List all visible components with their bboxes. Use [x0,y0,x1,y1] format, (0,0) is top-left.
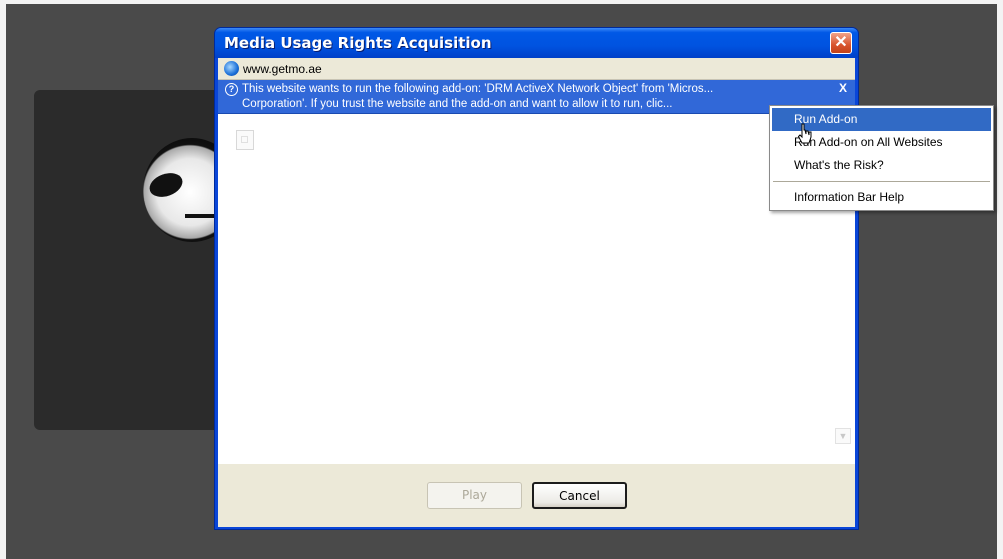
dialog-title: Media Usage Rights Acquisition [224,34,492,52]
content-area: ▼ [218,114,855,446]
desktop-frame-top [0,0,1003,4]
cancel-button[interactable]: Cancel [532,482,627,509]
play-button[interactable]: Play [427,482,522,509]
menu-separator [773,181,990,182]
scroll-down-icon[interactable]: ▼ [835,428,851,444]
address-text: www.getmo.ae [243,61,322,76]
address-bar: www.getmo.ae [218,58,855,80]
desktop-frame-left [0,0,6,559]
logo-eye-shape [146,168,186,202]
menu-item-whats-the-risk[interactable]: What's the Risk? [772,154,991,177]
close-button[interactable]: ✕ [830,32,852,54]
infobar-close-icon[interactable]: X [839,81,847,96]
dialog-client-area: www.getmo.ae ? This website wants to run… [218,58,855,527]
information-bar[interactable]: ? This website wants to run the followin… [218,80,855,114]
dialog-footer: Play Cancel [218,464,855,527]
globe-icon [224,61,239,76]
dialog-titlebar[interactable]: Media Usage Rights Acquisition ✕ [215,28,858,58]
desktop-frame-right [997,0,1003,559]
infobar-context-menu: Run Add-on Run Add-on on All Websites Wh… [769,105,994,211]
menu-item-information-bar-help[interactable]: Information Bar Help [772,186,991,209]
broken-object-icon [236,130,254,150]
question-icon: ? [225,83,238,96]
infobar-text-line2: Corporation'. If you trust the website a… [242,98,673,110]
infobar-text-line1: This website wants to run the following … [242,83,714,95]
media-usage-rights-dialog: Media Usage Rights Acquisition ✕ www.get… [214,27,859,530]
